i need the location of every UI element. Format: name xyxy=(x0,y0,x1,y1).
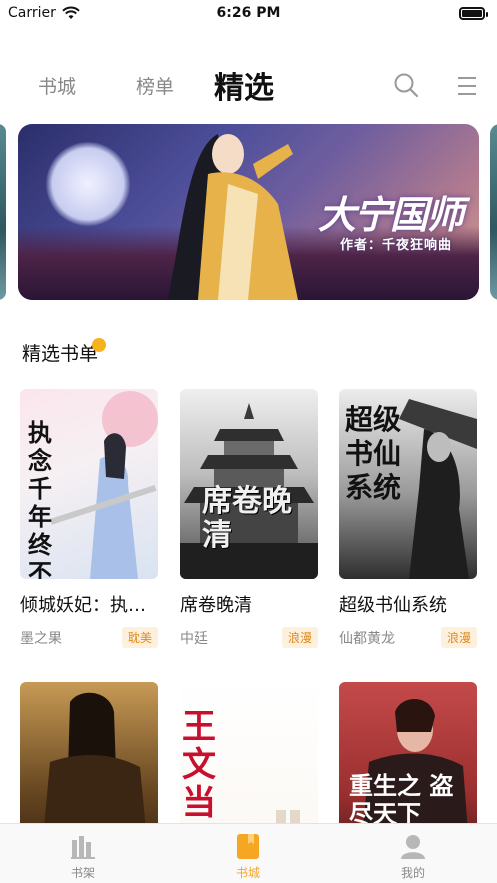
bookstore-icon xyxy=(237,834,259,859)
tab-bar-label: 书城 xyxy=(235,866,260,880)
tab-bar-bookshelf[interactable]: 书架 xyxy=(43,832,123,881)
section-badge-dot xyxy=(92,338,106,352)
banner-prev-peek[interactable] xyxy=(0,124,6,300)
status-bar: Carrier 6:26 PM xyxy=(0,0,497,26)
tab-bar-label: 书架 xyxy=(70,866,95,880)
banner-carousel[interactable]: 大宁国师 作者：千夜狂响曲 xyxy=(0,124,497,300)
banner-moon xyxy=(46,142,130,226)
tab-bar-label: 我的 xyxy=(400,866,425,880)
book-cover-title: 执念千年终不悔 xyxy=(28,418,52,580)
book-title: 席卷晚清 xyxy=(180,595,252,616)
book-author: 中廷 xyxy=(180,630,208,647)
banner-next-peek[interactable] xyxy=(490,124,497,300)
section-title: 精选书单 xyxy=(22,343,99,365)
banner-author: 作者：千夜狂响曲 xyxy=(340,238,453,253)
book-tag: 浪漫 xyxy=(440,627,477,648)
profile-icon xyxy=(401,835,425,859)
book-title: 倾城妖妃：执… xyxy=(20,595,146,616)
carrier-group: Carrier xyxy=(8,5,80,21)
carrier-label: Carrier xyxy=(8,5,56,21)
book-cover[interactable]: 超级书仙系统 xyxy=(339,389,477,579)
book-author: 仙都黄龙 xyxy=(339,630,395,647)
tab-bar-bookstore[interactable]: 书城 xyxy=(208,832,288,881)
book-cover-title: 席卷晚清 xyxy=(202,484,292,553)
book-cover-title: 超级书仙系统 xyxy=(345,403,402,504)
book-meta: 中廷 浪漫 xyxy=(180,627,318,648)
search-icon[interactable] xyxy=(393,72,419,98)
menu-icon[interactable] xyxy=(455,74,479,98)
wifi-icon xyxy=(62,6,80,19)
tab-ranking[interactable]: 榜单 xyxy=(136,72,174,99)
book-author: 墨之果 xyxy=(20,630,62,647)
book-meta: 仙都黄龙 浪漫 xyxy=(339,627,477,648)
bookshelf-icon xyxy=(71,836,95,859)
book-card[interactable]: 超级书仙系统 超级书仙系统 仙都黄龙 浪漫 xyxy=(339,389,477,648)
tab-bookstore[interactable]: 书城 xyxy=(38,72,76,99)
book-tag: 耽美 xyxy=(121,627,158,648)
book-card[interactable]: 席卷晚清 席卷晚清 中廷 浪漫 xyxy=(180,389,318,648)
book-cover[interactable]: 执念千年终不悔 xyxy=(20,389,158,579)
book-card[interactable]: 执念千年终不悔 倾城妖妃：执… 墨之果 耽美 xyxy=(20,389,158,648)
banner-title: 大宁国师 xyxy=(318,192,464,237)
book-meta: 墨之果 耽美 xyxy=(20,627,158,648)
tab-bar-profile[interactable]: 我的 xyxy=(373,832,453,881)
book-tag: 浪漫 xyxy=(281,627,318,648)
tab-featured[interactable]: 精选 xyxy=(214,63,274,107)
battery-icon xyxy=(459,6,488,20)
bottom-tab-bar: 书架 书城 我的 xyxy=(0,823,497,883)
book-cover[interactable]: 席卷晚清 xyxy=(180,389,318,579)
book-cover-title: 重生之 盗尽天下 xyxy=(349,771,454,828)
book-title: 超级书仙系统 xyxy=(339,595,447,616)
banner-character-art xyxy=(168,134,298,300)
top-nav: 书城 榜单 精选 xyxy=(0,58,497,108)
banner-slide[interactable]: 大宁国师 作者：千夜狂响曲 xyxy=(18,124,479,300)
